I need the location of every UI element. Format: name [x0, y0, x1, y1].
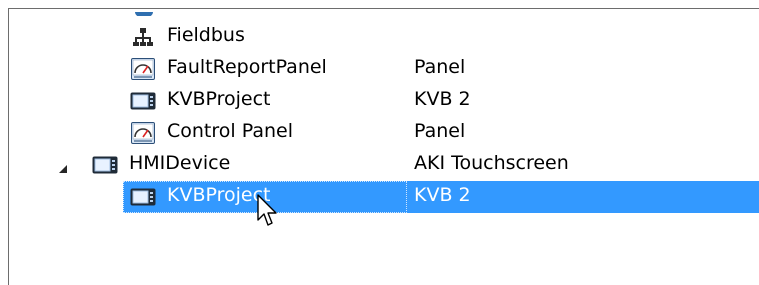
tree-row-kvbproject[interactable]: KVBProject KVB 2: [9, 85, 759, 117]
gauge-panel-icon: [130, 121, 156, 145]
tree-row-type: Panel: [414, 56, 466, 78]
tree-row-control-panel[interactable]: Control Panel Panel: [9, 117, 759, 149]
tree-row-name: KVBProject: [167, 88, 271, 110]
tree-row-name: Fieldbus: [167, 24, 245, 46]
tree-row-kvbproject-selected[interactable]: KVBProject KVB 2: [9, 181, 759, 213]
tree-row-type: AKI Touchscreen: [414, 152, 569, 174]
screen-device-icon: [130, 89, 156, 113]
screen-device-icon: [130, 185, 156, 209]
gauge-panel-icon: [130, 57, 156, 81]
project-tree-panel: Fieldbus FaultReportPanel Panel KVBProje…: [8, 8, 759, 285]
tree-row-name: HMIDevice: [129, 152, 231, 174]
tree-row-type: KVB 2: [414, 184, 471, 206]
tree-row-type: Panel: [414, 120, 466, 142]
tree-row-name: Control Panel: [167, 120, 293, 142]
tree-row-type: KVB 2: [414, 88, 471, 110]
screen-device-icon: [92, 153, 118, 177]
tree-row-faultreportpanel[interactable]: FaultReportPanel Panel: [9, 53, 759, 85]
expanded-triangle-icon[interactable]: [57, 158, 69, 173]
tree-row-hmidevice[interactable]: HMIDevice AKI Touchscreen: [9, 149, 759, 181]
tree-row-name: FaultReportPanel: [167, 56, 327, 78]
network-icon: [130, 25, 156, 49]
partial-device-icon: [133, 9, 155, 16]
tree-row-name: KVBProject: [167, 184, 271, 206]
tree-row-fieldbus[interactable]: Fieldbus: [9, 21, 759, 53]
mouse-pointer-icon: [257, 194, 279, 228]
